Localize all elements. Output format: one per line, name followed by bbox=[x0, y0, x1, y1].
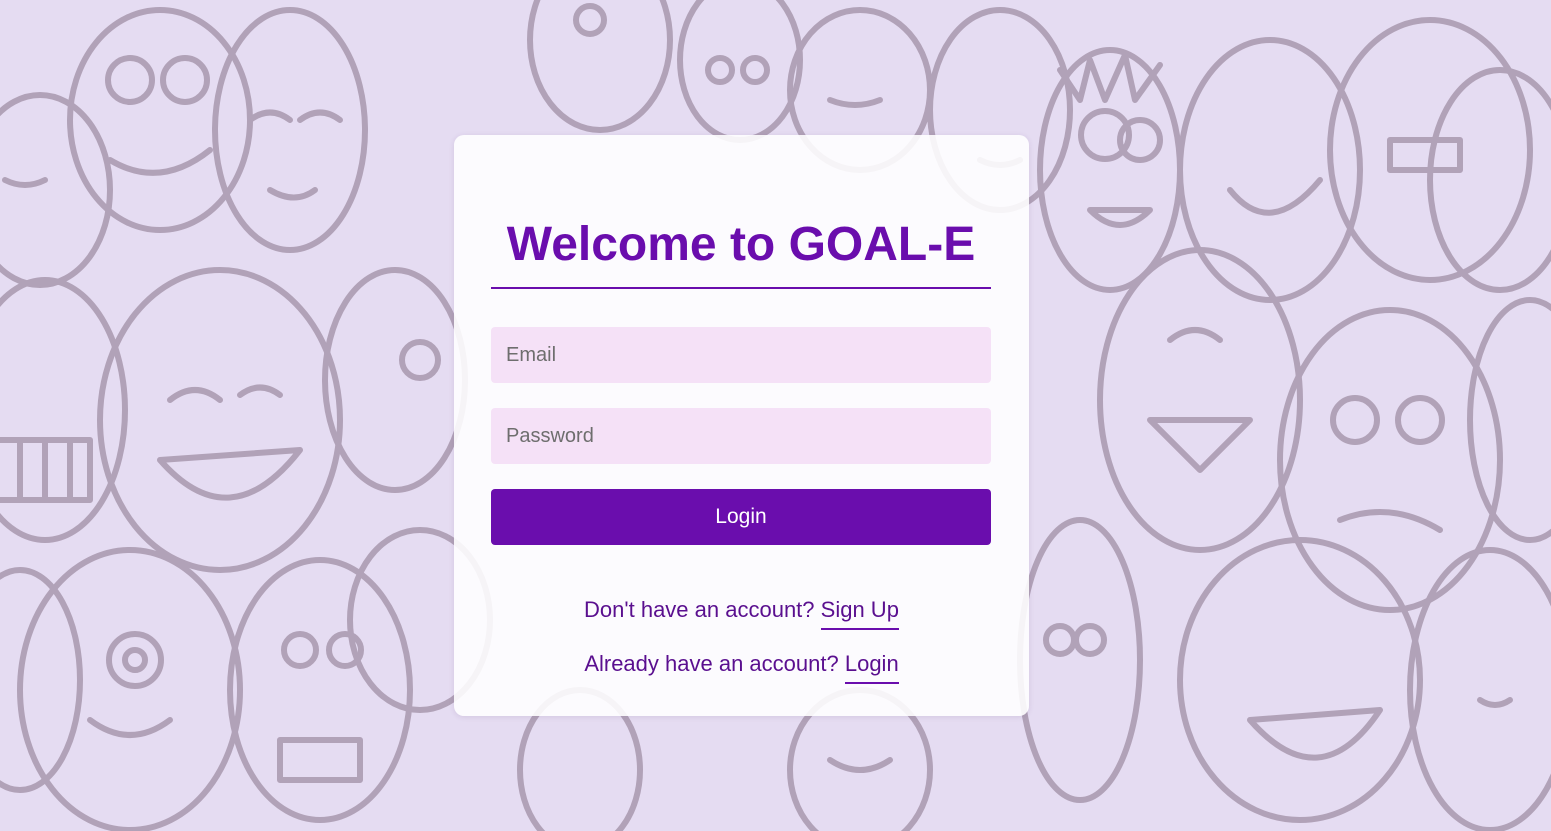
login-link[interactable]: Login bbox=[844, 651, 899, 684]
page-title: Welcome to GOAL-E bbox=[506, 218, 976, 271]
signup-prompt-row: Don't have an account? Sign Up bbox=[454, 596, 1029, 630]
login-prompt-text: Already have an account? bbox=[584, 651, 839, 676]
login-button[interactable]: Login bbox=[491, 489, 991, 545]
login-card: Welcome to GOAL-E Login Don't have an ac… bbox=[454, 135, 1029, 716]
login-prompt-row: Already have an account? Login bbox=[454, 650, 1029, 684]
signup-prompt-text: Don't have an account? bbox=[584, 597, 815, 622]
title-divider bbox=[491, 287, 991, 289]
email-input[interactable] bbox=[491, 327, 991, 383]
signup-link[interactable]: Sign Up bbox=[820, 597, 899, 630]
password-input[interactable] bbox=[491, 408, 991, 464]
